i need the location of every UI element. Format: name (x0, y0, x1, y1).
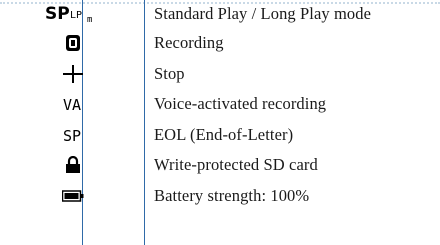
battery-icon (61, 189, 84, 203)
row-description: Write-protected SD card (154, 155, 318, 174)
row-description: Recording (154, 33, 224, 52)
svg-text:SP: SP (63, 127, 81, 144)
lock-icon (65, 156, 81, 174)
table-row: SP LP m Standard Play / Long Play mode (0, 0, 440, 28)
svg-text:VA: VA (63, 96, 81, 113)
table-row: Write-protected SD card (0, 150, 440, 181)
table-row: Stop (0, 59, 440, 90)
table-row: Recording (0, 28, 440, 59)
sp-lp-mode-icon: SP LP m (45, 4, 101, 24)
m-sub-text: m (87, 15, 92, 24)
row-description: Voice-activated recording (154, 94, 327, 113)
row-description: Standard Play / Long Play mode (154, 3, 372, 23)
row-description: Stop (154, 63, 185, 83)
row-description: EOL (End-of-Letter) (154, 124, 294, 144)
row-description: Battery strength: 100% (154, 185, 310, 205)
stop-icon (62, 64, 83, 83)
eol-icon: SP (63, 126, 83, 144)
table-row: SP EOL (End-of-Letter) (0, 120, 440, 151)
sp-big-text: SP (45, 4, 70, 24)
icon-legend-table: SP LP m Standard Play / Long Play mode R… (0, 0, 440, 211)
table-row: Battery strength: 100% (0, 181, 440, 212)
table-row: VA Voice-activated recording (0, 89, 440, 120)
va-icon: VA (63, 95, 83, 113)
recording-icon (64, 34, 82, 52)
lp-small-text: LP (70, 10, 82, 21)
